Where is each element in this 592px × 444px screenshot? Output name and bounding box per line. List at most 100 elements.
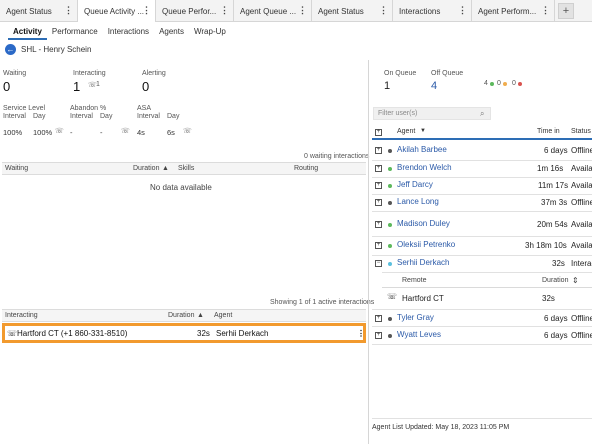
- col-interacting[interactable]: Interacting: [5, 312, 38, 319]
- row-menu-icon[interactable]: ⋮: [357, 329, 365, 338]
- phone-icon: ☏: [55, 128, 64, 135]
- expand-icon[interactable]: +: [375, 147, 382, 154]
- list-item[interactable]: + Brendon Welch 1m 16s Available: [372, 160, 592, 177]
- col-duration[interactable]: Duration: [133, 165, 159, 172]
- list-item[interactable]: + Wyatt Leves 6 days Offline: [372, 326, 592, 344]
- agent-name[interactable]: Brendon Welch: [397, 163, 452, 172]
- remote-table-header: Remote Duration ⇕: [382, 272, 592, 288]
- col-remote[interactable]: Remote: [402, 277, 427, 284]
- add-tab-button[interactable]: +: [558, 3, 574, 19]
- alerting-label: Alerting: [142, 70, 166, 77]
- status-dot-icon: [388, 334, 392, 338]
- list-item[interactable]: − Serhii Derkach 32s Interacting: [372, 255, 592, 271]
- tab-menu-icon[interactable]: ⋮: [458, 5, 467, 16]
- col-skills[interactable]: Skills: [178, 165, 194, 172]
- sl-interval-label: Interval: [3, 113, 26, 120]
- tab-menu-icon[interactable]: ⋮: [298, 5, 307, 16]
- tab-interactions[interactable]: Interactions ⋮: [393, 0, 472, 22]
- expand-icon[interactable]: +: [375, 242, 382, 249]
- agent-name[interactable]: Jeff Darcy: [397, 180, 433, 189]
- agent-status: Available: [571, 164, 592, 173]
- waiting-table-header: Waiting Duration ▲ Skills Routing: [2, 162, 366, 175]
- expand-icon[interactable]: +: [375, 221, 382, 228]
- subtab-agents[interactable]: Agents: [154, 22, 189, 40]
- status-dot-icon: [388, 262, 392, 266]
- col-duration[interactable]: Duration: [542, 277, 568, 284]
- expand-icon[interactable]: +: [375, 315, 382, 322]
- sort-up-icon[interactable]: ▲: [197, 312, 204, 319]
- waiting-label: Waiting: [3, 70, 27, 77]
- sl-interval-value: 100%: [3, 128, 23, 137]
- back-arrow-icon[interactable]: ←: [5, 44, 16, 55]
- col-duration[interactable]: Duration: [168, 312, 194, 319]
- tab-label: Queue Activity ...: [84, 6, 145, 16]
- list-item[interactable]: + Akilah Barbee 6 days Offline: [372, 141, 592, 160]
- tab-label: Queue Perfor...: [162, 6, 217, 16]
- tab-menu-icon[interactable]: ⋮: [220, 5, 229, 16]
- expand-icon[interactable]: +: [375, 332, 382, 339]
- agent-time: 6 days: [544, 331, 568, 340]
- tab-menu-icon[interactable]: ⋮: [142, 5, 151, 16]
- filter-placeholder: Filter user(s): [378, 110, 418, 117]
- col-status[interactable]: Status: [571, 128, 591, 135]
- panel-divider[interactable]: [368, 60, 369, 444]
- tab-agent-status-2[interactable]: Agent Status ⋮: [312, 0, 393, 22]
- col-routing[interactable]: Routing: [294, 165, 318, 172]
- breadcrumb: ← SHL - Henry Schein: [5, 44, 91, 55]
- alerting-value: 0: [142, 79, 150, 94]
- table-row[interactable]: ☏ Hartford CT (+1 860-331-8510) 32s Serh…: [2, 323, 366, 343]
- tab-queue-activity[interactable]: Queue Activity ... ⋮: [78, 0, 156, 22]
- status-dot-icon: [388, 223, 392, 227]
- agent-name[interactable]: Lance Long: [397, 197, 439, 206]
- agent-name[interactable]: Oleksii Petrenko: [397, 240, 455, 249]
- on-queue-value: 1: [384, 80, 391, 92]
- available-count: 4: [484, 80, 488, 87]
- agent-name[interactable]: Madison Duley: [397, 219, 450, 228]
- phone-icon: ☏: [121, 128, 130, 135]
- list-item[interactable]: + Madison Duley 20m 54s Available: [372, 213, 592, 235]
- agent-name[interactable]: Tyler Gray: [397, 313, 434, 322]
- footer-divider: [372, 418, 592, 419]
- list-item[interactable]: + Jeff Darcy 11m 17s Available: [372, 177, 592, 194]
- col-time-in[interactable]: Time in: [537, 128, 560, 135]
- agent-time: 32s: [552, 259, 565, 268]
- col-waiting[interactable]: Waiting: [5, 165, 28, 172]
- col-agent[interactable]: Agent: [397, 128, 415, 135]
- sort-up-icon[interactable]: ▲: [162, 165, 169, 172]
- agent-status: Offline: [571, 314, 592, 323]
- collapse-icon[interactable]: −: [375, 260, 382, 267]
- list-item[interactable]: + Tyler Gray 6 days Offline: [372, 309, 592, 326]
- agent-name[interactable]: Akilah Barbee: [397, 145, 447, 154]
- subtab-wrap-up[interactable]: Wrap-Up: [189, 22, 231, 40]
- tab-agent-queue[interactable]: Agent Queue ... ⋮: [234, 0, 312, 22]
- phone-icon: ☏: [7, 329, 18, 338]
- expand-all-icon[interactable]: +: [375, 129, 382, 136]
- tab-menu-icon[interactable]: ⋮: [64, 5, 73, 16]
- expand-icon[interactable]: +: [375, 165, 382, 172]
- agent-name[interactable]: Wyatt Leves: [397, 330, 441, 339]
- sort-toggle-icon[interactable]: ⇕: [572, 276, 579, 285]
- expand-icon[interactable]: +: [375, 182, 382, 189]
- tab-menu-icon[interactable]: ⋮: [541, 5, 550, 16]
- agent-status: Available: [571, 181, 592, 190]
- away-count: 0: [512, 80, 516, 87]
- expand-icon[interactable]: +: [375, 199, 382, 206]
- tab-menu-icon[interactable]: ⋮: [379, 5, 388, 16]
- agent-name[interactable]: Serhii Derkach: [397, 258, 449, 267]
- tab-agent-status[interactable]: Agent Status ⋮: [0, 0, 78, 22]
- subtab-interactions[interactable]: Interactions: [103, 22, 154, 40]
- list-item[interactable]: + Oleksii Petrenko 3h 18m 10s Available: [372, 237, 592, 254]
- tab-label: Agent Perform...: [478, 6, 537, 16]
- table-row[interactable]: ☏ Hartford CT 32s: [382, 290, 592, 307]
- tab-queue-performance[interactable]: Queue Perfor... ⋮: [156, 0, 234, 22]
- subtab-activity[interactable]: Activity: [8, 22, 47, 40]
- tab-label: Agent Status: [6, 6, 52, 16]
- list-item[interactable]: + Lance Long 37m 3s Offline: [372, 194, 592, 211]
- filter-users-input[interactable]: Filter user(s): [373, 107, 491, 120]
- agent-time: 6 days: [544, 314, 568, 323]
- col-agent[interactable]: Agent: [214, 312, 232, 319]
- sort-down-icon[interactable]: ▼: [420, 128, 426, 134]
- tab-agent-performance[interactable]: Agent Perform... ⋮: [472, 0, 555, 22]
- agent-status: Offline: [571, 198, 592, 207]
- subtab-performance[interactable]: Performance: [47, 22, 103, 40]
